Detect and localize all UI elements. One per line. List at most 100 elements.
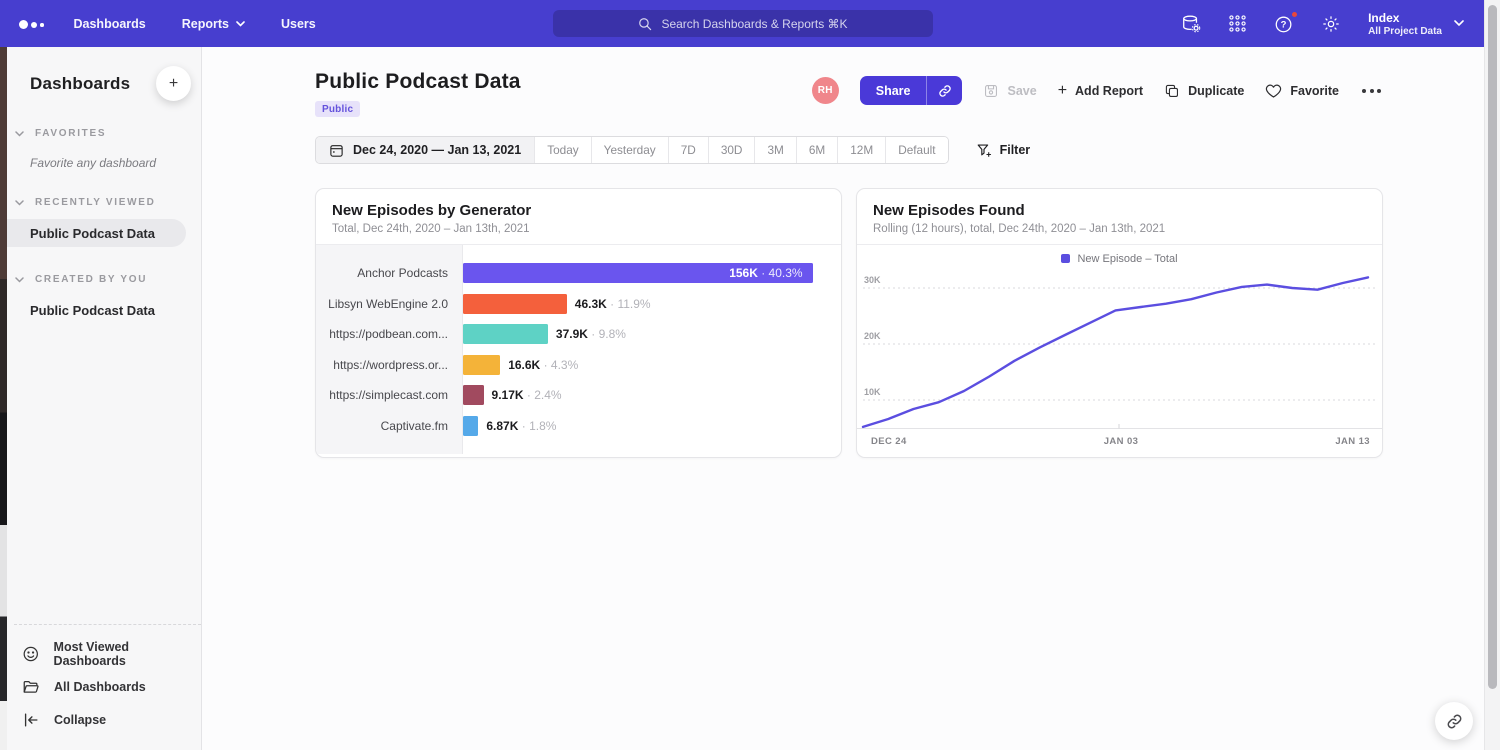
- preset-7d[interactable]: 7D: [668, 137, 708, 163]
- line-chart: 10K20K30K: [857, 271, 1382, 431]
- sidebar-item-public-podcast-data-created[interactable]: Public Podcast Data: [0, 296, 201, 324]
- global-search-input[interactable]: Search Dashboards & Reports ⌘K: [553, 10, 933, 37]
- bar-row: Captivate.fm6.87K · 1.8%: [316, 411, 841, 442]
- share-button-group: Share: [860, 76, 963, 105]
- search-placeholder: Search Dashboards & Reports ⌘K: [661, 17, 847, 31]
- line-chart-svg: 10K20K30K: [857, 271, 1382, 431]
- dashboard-actions: RH Share: [812, 76, 1383, 105]
- bar-value-label: 16.6K · 4.3%: [508, 358, 578, 372]
- preset-6m[interactable]: 6M: [796, 137, 837, 163]
- bar-track: 46.3K · 11.9%: [463, 294, 841, 314]
- x-tick-dec24: DEC 24: [871, 436, 907, 447]
- preset-today[interactable]: Today: [534, 137, 590, 163]
- link-icon: [1446, 713, 1463, 730]
- bar-row: https://podbean.com... 37.9K · 9.8%: [316, 319, 841, 350]
- scrollbar-thumb[interactable]: [1488, 5, 1497, 689]
- duplicate-button[interactable]: Duplicate: [1164, 83, 1244, 99]
- favorite-button[interactable]: Favorite: [1265, 83, 1339, 99]
- nav-item-dashboards[interactable]: Dashboards: [74, 17, 146, 31]
- save-icon: [983, 83, 999, 99]
- svg-text:10K: 10K: [864, 387, 881, 397]
- favorites-empty-text: Favorite any dashboard: [0, 139, 201, 170]
- project-switcher[interactable]: Index All Project Data: [1368, 11, 1464, 37]
- bar-track: 9.17K · 2.4%: [463, 385, 841, 405]
- section-recently-viewed: RECENTLY VIEWED Public Podcast Data: [0, 197, 201, 247]
- add-report-button[interactable]: + Add Report: [1058, 83, 1143, 99]
- bar-value-label: 37.9K · 9.8%: [556, 327, 626, 341]
- preset-3m[interactable]: 3M: [754, 137, 795, 163]
- preset-default[interactable]: Default: [885, 137, 947, 163]
- bar-segment[interactable]: [463, 294, 567, 314]
- bar-row: https://simplecast.com9.17K · 2.4%: [316, 380, 841, 411]
- bar-track: 156K · 40.3%: [463, 263, 841, 283]
- preset-30d[interactable]: 30D: [708, 137, 755, 163]
- save-button[interactable]: Save: [983, 83, 1036, 99]
- most-viewed-label: Most Viewed Dashboards: [54, 640, 201, 668]
- page-scrollbar[interactable]: [1484, 0, 1500, 750]
- preset-12m[interactable]: 12M: [837, 137, 885, 163]
- link-icon: [938, 84, 952, 98]
- more-options-button[interactable]: [1360, 85, 1383, 97]
- share-button[interactable]: Share: [860, 76, 928, 105]
- chevron-down-icon: [236, 21, 245, 27]
- nav-label-reports: Reports: [182, 17, 229, 31]
- project-name: Index: [1368, 11, 1442, 26]
- favorites-section-header[interactable]: FAVORITES: [0, 128, 201, 139]
- app-logo-icon[interactable]: [19, 19, 44, 29]
- ellipsis-icon: [1362, 89, 1366, 93]
- help-icon[interactable]: ?: [1274, 14, 1294, 34]
- nav-item-reports[interactable]: Reports: [182, 17, 245, 31]
- card-new-episodes-found: New Episodes Found Rolling (12 hours), t…: [856, 188, 1383, 458]
- bar-value-label: 9.17K · 2.4%: [492, 388, 562, 402]
- date-range-picker[interactable]: Dec 24, 2020 — Jan 13, 2021: [316, 137, 534, 163]
- ellipsis-icon: [1370, 89, 1374, 93]
- visibility-badge: Public: [315, 101, 360, 117]
- legend-swatch: [1061, 254, 1070, 263]
- chevron-down-icon: [1454, 20, 1464, 27]
- created-by-you-section-header[interactable]: CREATED BY YOU: [0, 274, 201, 285]
- filter-button[interactable]: Filter: [976, 142, 1031, 159]
- bar-segment[interactable]: 156K · 40.3%: [463, 263, 813, 283]
- nav-item-users[interactable]: Users: [281, 17, 316, 31]
- bar-segment[interactable]: [463, 416, 478, 436]
- x-axis-labels: DEC 24 JAN 03 JAN 13: [857, 431, 1382, 447]
- line-series[interactable]: [863, 277, 1368, 427]
- data-manager-icon[interactable]: [1181, 14, 1201, 34]
- recently-viewed-label: RECENTLY VIEWED: [35, 197, 156, 208]
- date-range-control: Dec 24, 2020 — Jan 13, 2021 Today Yester…: [315, 136, 949, 164]
- chevron-down-icon: [15, 277, 24, 283]
- owner-avatar[interactable]: RH: [812, 77, 839, 104]
- collapse-label: Collapse: [54, 713, 106, 727]
- chart-legend[interactable]: New Episode – Total: [857, 246, 1382, 271]
- add-dashboard-button[interactable]: +: [156, 66, 191, 101]
- sidebar-item-public-podcast-data[interactable]: Public Podcast Data: [0, 219, 186, 247]
- save-label: Save: [1007, 84, 1036, 98]
- floating-share-link-button[interactable]: [1435, 702, 1473, 740]
- bar-segment[interactable]: [463, 324, 548, 344]
- favorites-label: FAVORITES: [35, 128, 106, 139]
- project-scope: All Project Data: [1368, 26, 1442, 37]
- apps-grid-icon[interactable]: [1228, 14, 1247, 33]
- copy-share-link-button[interactable]: [927, 76, 962, 105]
- recently-viewed-section-header[interactable]: RECENTLY VIEWED: [0, 197, 201, 208]
- plus-icon: +: [1058, 83, 1067, 99]
- bar-value-label: 46.3K · 11.9%: [575, 297, 651, 311]
- bar-segment[interactable]: [463, 355, 500, 375]
- calendar-icon: [329, 143, 344, 158]
- collapse-arrow-icon: [22, 711, 40, 729]
- preset-yesterday[interactable]: Yesterday: [591, 137, 668, 163]
- bar-track: 16.6K · 4.3%: [463, 355, 841, 375]
- all-dashboards-button[interactable]: All Dashboards: [22, 670, 201, 703]
- bar-value-label: 6.87K · 1.8%: [486, 419, 556, 433]
- navbar-right-cluster: ? Index All Project Data: [1181, 11, 1484, 37]
- bar-category-label: Anchor Podcasts: [316, 266, 463, 280]
- section-favorites: FAVORITES Favorite any dashboard: [0, 128, 201, 170]
- settings-gear-icon[interactable]: [1321, 14, 1341, 34]
- most-viewed-dashboards-button[interactable]: Most Viewed Dashboards: [22, 637, 201, 670]
- page-title: Public Podcast Data: [315, 70, 521, 94]
- bar-category-label: https://podbean.com...: [316, 327, 463, 341]
- svg-text:?: ?: [1281, 19, 1287, 30]
- collapse-sidebar-button[interactable]: Collapse: [22, 703, 201, 736]
- bar-segment[interactable]: [463, 385, 484, 405]
- bar-category-label: Libsyn WebEngine 2.0: [316, 297, 463, 311]
